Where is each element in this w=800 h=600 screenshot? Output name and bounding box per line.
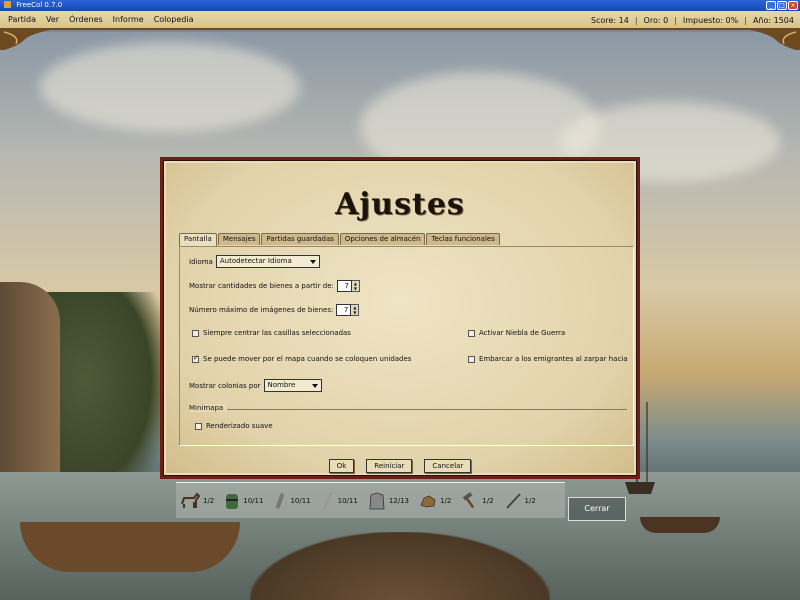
corner-ornament-left	[0, 30, 50, 50]
goods-count: 10/11	[337, 496, 358, 505]
tab-teclas-funcionales[interactable]: Teclas funcionales	[426, 233, 500, 245]
tab-pantalla[interactable]: Pantalla	[179, 233, 217, 246]
horse-icon	[181, 491, 200, 508]
ore-icon	[420, 495, 436, 507]
reset-button[interactable]: Reiniciar	[366, 459, 413, 473]
goods-count: 1/2	[440, 496, 452, 505]
chevron-down-icon	[311, 383, 318, 388]
menu-colopedia[interactable]: Colopedia	[150, 15, 198, 24]
colonies-select[interactable]: Nombre	[263, 379, 322, 392]
close-window-button[interactable]: ×	[788, 1, 798, 10]
language-value: Autodetectar Idioma	[219, 257, 292, 265]
goods-item[interactable]: 1/2	[180, 491, 215, 510]
language-select[interactable]: Autodetectar Idioma	[215, 255, 320, 268]
dialog-title: Ajustes	[335, 187, 465, 222]
window-title: FreeCol 0.7.0	[16, 1, 63, 9]
cloth-icon	[369, 492, 385, 509]
goods-count: 10/11	[243, 496, 264, 505]
max-images-value[interactable]: 7	[336, 304, 352, 316]
checkbox[interactable]	[192, 329, 199, 337]
maximize-button[interactable]: □	[777, 1, 787, 10]
hammer-icon	[463, 491, 475, 508]
embark-checkbox[interactable]: Embarcar a los emigrantes al zarpar haci…	[468, 355, 628, 363]
goods-amount-label: Mostrar cantidades de bienes a partir de…	[189, 282, 334, 290]
always-center-label: Siempre centrar las casillas seleccionad…	[203, 329, 351, 337]
checkbox[interactable]	[195, 422, 202, 430]
move-map-checkbox[interactable]: Se puede mover por el mapa cuando se col…	[192, 354, 412, 363]
spinner-down-icon[interactable]: ▼	[351, 310, 359, 315]
goods-bar: 1/2 10/11 10/11 10/11 12/13 1/2 1/2 1/2	[176, 482, 565, 518]
menu-informe[interactable]: Informe	[109, 15, 148, 24]
checkbox[interactable]	[468, 329, 475, 337]
app-icon	[4, 1, 11, 8]
goods-item[interactable]: 10/11	[321, 491, 358, 511]
menu-ordenes[interactable]: Órdenes	[65, 15, 107, 24]
window-titlebar: FreeCol 0.7.0 _ □ ×	[0, 0, 800, 11]
goods-item[interactable]: 1/2	[504, 492, 536, 510]
embark-label: Embarcar a los emigrantes al zarpar haci…	[479, 355, 628, 363]
tab-panel: Idioma Autodetectar Idioma Mostrar canti…	[179, 246, 634, 446]
goods-item[interactable]: 10/11	[273, 491, 311, 511]
goods-item[interactable]: 12/13	[368, 491, 409, 511]
checkbox[interactable]	[192, 354, 199, 363]
tab-bar: Pantalla Mensajes Partidas guardadas Opc…	[179, 233, 500, 246]
goods-count: 1/2	[203, 496, 215, 505]
fog-of-war-checkbox[interactable]: Activar Niebla de Guerra	[468, 329, 565, 337]
gold-label: Oro: 0	[643, 16, 669, 25]
max-images-label: Número máximo de imágenes de bienes:	[189, 306, 334, 314]
smooth-render-checkbox[interactable]: Renderizado suave	[195, 422, 273, 430]
colonies-value: Nombre	[267, 381, 296, 389]
ok-button[interactable]: Ok	[328, 459, 355, 473]
minimap-legend: Minimapa	[189, 404, 228, 412]
max-images-spinner[interactable]: 7 ▲ ▼	[336, 304, 360, 316]
barrel-icon	[226, 493, 239, 509]
colonies-label: Mostrar colonias por	[189, 381, 261, 390]
musket-icon	[322, 491, 333, 509]
minimize-button[interactable]: _	[766, 1, 776, 10]
move-map-label: Se puede mover por el mapa cuando se col…	[203, 355, 412, 363]
status-info: Score: 14 | Oro: 0 | Impuesto: 0% | Año:…	[591, 16, 794, 25]
score-label: Score: 14	[591, 16, 629, 25]
goods-amount-value[interactable]: 7	[336, 280, 352, 292]
close-button[interactable]: Cerrar	[568, 497, 626, 521]
goods-count: 1/2	[524, 496, 536, 505]
always-center-checkbox[interactable]: Siempre centrar las casillas seleccionad…	[192, 329, 351, 337]
goods-amount-spinner[interactable]: 7 ▲ ▼	[336, 280, 360, 292]
smooth-render-label: Renderizado suave	[206, 422, 273, 430]
menu-partida[interactable]: Partida	[4, 15, 40, 24]
corner-ornament-right	[750, 30, 800, 50]
goods-count: 1/2	[482, 496, 494, 505]
tax-label: Impuesto: 0%	[682, 16, 739, 25]
language-label: Idioma	[189, 257, 213, 266]
tool-icon	[276, 492, 285, 509]
goods-item[interactable]: 1/2	[461, 491, 494, 510]
goods-count: 12/13	[388, 496, 410, 505]
tab-partidas-guardadas[interactable]: Partidas guardadas	[261, 233, 339, 245]
settings-dialog: Ajustes Pantalla Mensajes Partidas guard…	[160, 157, 640, 479]
tab-opciones-almacen[interactable]: Opciones de almacén	[339, 233, 426, 245]
cancel-button[interactable]: Cancelar	[424, 459, 472, 473]
goods-item[interactable]: 10/11	[224, 491, 263, 511]
window-controls: _ □ ×	[766, 1, 798, 10]
spinner-down-icon[interactable]: ▼	[351, 286, 359, 291]
goods-item[interactable]: 1/2	[419, 493, 451, 509]
year-label: Año: 1504	[752, 16, 794, 25]
chevron-down-icon	[309, 259, 316, 264]
menu-ver[interactable]: Ver	[42, 15, 63, 24]
sword-icon	[505, 492, 521, 509]
tab-mensajes[interactable]: Mensajes	[217, 233, 261, 245]
goods-count: 10/11	[290, 496, 311, 505]
checkbox[interactable]	[468, 355, 475, 363]
dialog-buttons: Ok Reiniciar Cancelar	[166, 459, 634, 473]
menubar: Partida Ver Órdenes Informe Colopedia Sc…	[0, 11, 800, 30]
fog-of-war-label: Activar Niebla de Guerra	[479, 329, 566, 337]
minimap-group: Minimapa Renderizado suave	[189, 404, 627, 442]
